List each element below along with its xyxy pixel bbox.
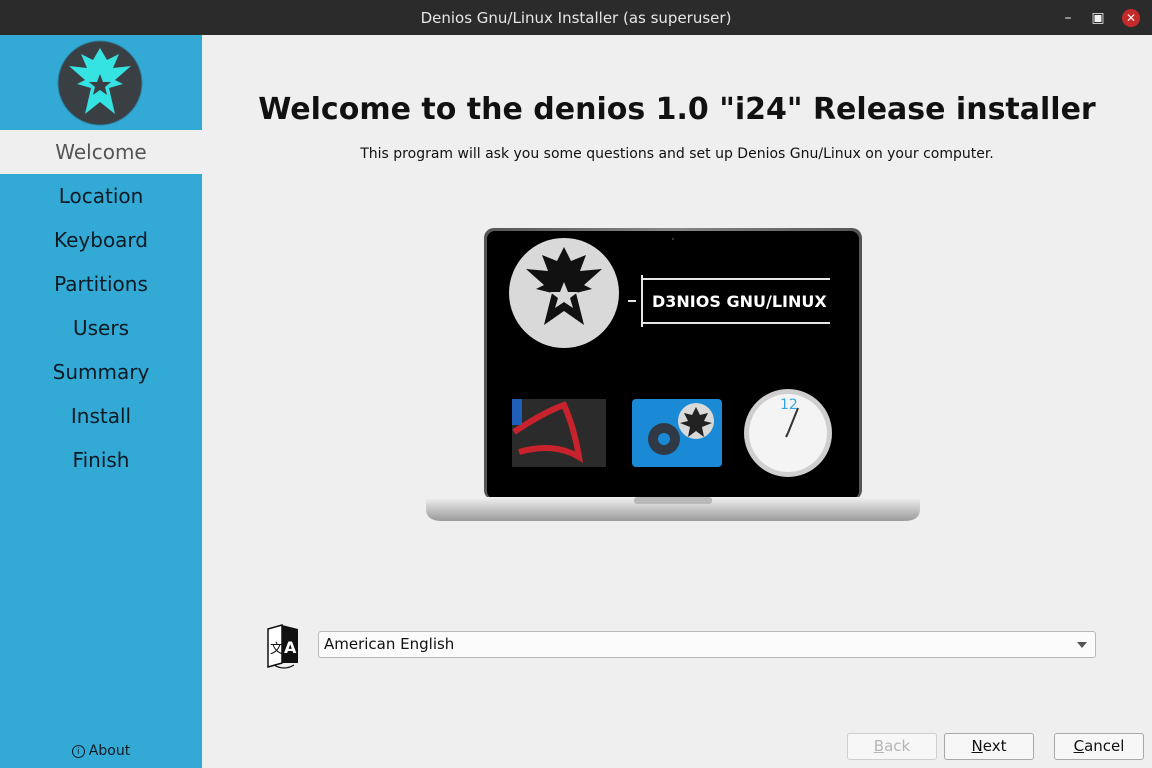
sidebar-item-keyboard: Keyboard [53,228,148,252]
sidebar-item-welcome: Welcome [0,130,202,174]
svg-text:文: 文 [270,642,283,657]
info-icon: i [71,745,85,758]
clock-number: 12 [780,397,798,413]
sidebar-item-install: Install [70,404,132,428]
cancel-button[interactable]: Cancel [1054,733,1144,760]
screen-brand-text: D3NIOS GNU/LINUX [652,292,827,311]
svg-text:A: A [284,638,297,657]
title-bar: Denios Gnu/Linux Installer (as superuser… [0,0,1152,35]
sidebar-item-partitions: Partitions [54,272,148,296]
sidebar: Welcome Location Keyboard Partitions Use… [0,35,202,768]
maximize-icon[interactable]: ▣ [1089,9,1107,27]
next-button[interactable]: Next [944,733,1034,760]
back-button[interactable]: Back [847,733,937,760]
minimize-icon[interactable]: – [1059,9,1077,27]
language-select[interactable]: American English [318,631,1096,658]
page-title: Welcome to the denios 1.0 "i24" Release … [258,92,1096,127]
main-panel: Welcome to the denios 1.0 "i24" Release … [202,35,1152,768]
sidebar-item-location: Location [58,184,144,208]
about-label: About [88,743,131,759]
denios-logo [57,40,143,126]
close-icon[interactable]: ✕ [1122,9,1140,27]
language-icon: 文 A [267,624,298,669]
sidebar-item-finish: Finish [72,448,130,472]
window-title: Denios Gnu/Linux Installer (as superuser… [420,9,732,27]
dropdown-arrow-icon [1077,642,1087,648]
sidebar-item-summary: Summary [52,360,150,384]
about-button[interactable]: i About [0,743,202,759]
page-subtitle: This program will ask you some questions… [360,146,994,162]
language-select-value: American English [324,635,455,653]
sidebar-item-users: Users [72,316,129,340]
laptop-illustration: D3NIOS GNU/LINUX 12 [426,228,920,521]
